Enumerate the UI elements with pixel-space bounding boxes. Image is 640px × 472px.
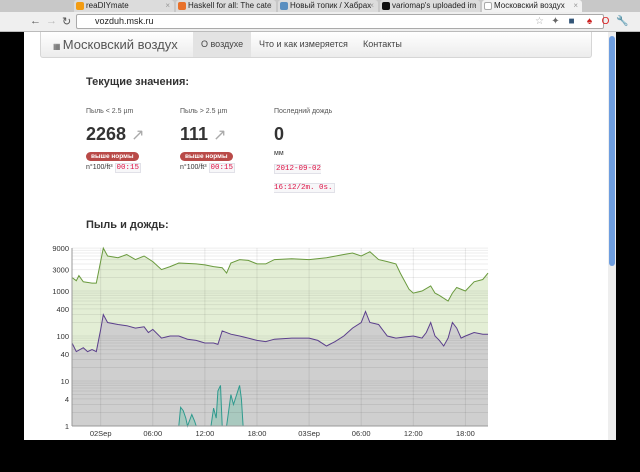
favicon-icon [280,2,288,10]
status-badge: выше нормы [86,152,139,161]
metric-pm25: Пыль < 2.5 µm 2268 ↗ выше нормы n°100/ft… [86,108,145,173]
navbar: ▦ Московский воздух О воздухе Что и как … [40,32,592,58]
reload-icon[interactable]: ↻ [62,15,71,28]
nav-about[interactable]: О воздухе [193,32,252,57]
forward-icon[interactable]: → [46,15,57,27]
y-tick-label: 40 [61,350,69,359]
close-icon[interactable]: × [165,0,170,12]
extension-icon[interactable]: ■ [566,16,577,27]
grid-icon: ▦ [53,42,63,51]
close-icon[interactable]: × [573,0,578,12]
extension-icon[interactable]: ✦ [550,16,561,27]
x-tick-label: 12:00 [404,429,423,438]
close-icon[interactable]: × [267,0,272,12]
y-tick-label: 9000 [52,244,69,253]
chart-heading: Пыль и дождь: [86,219,169,231]
y-tick-label: 100 [56,332,69,341]
metric-rain: Последний дождь 0 мм 2012-09-02 16:12/2m… [274,108,335,193]
tab-vozduh[interactable]: Московский воздух × [482,0,582,12]
nav-measurement[interactable]: Что и как измеряется [251,32,356,57]
trend-up-icon: ↗ [131,127,145,144]
metric-pm-large: Пыль > 2.5 µm 111 ↗ выше нормы n°100/ft³… [180,108,236,173]
tab-readiymate[interactable]: reaDIYmate × [74,0,174,12]
x-tick-label: 06:00 [143,429,162,438]
favicon-icon [178,2,186,10]
wrench-icon[interactable]: 🔧 [616,16,628,27]
x-tick-label: 06:00 [352,429,371,438]
back-icon[interactable]: ← [30,15,41,27]
address-bar[interactable]: vozduh.msk.ru [76,14,604,29]
x-tick-label: 18:00 [456,429,475,438]
nav-contacts[interactable]: Контакты [355,32,410,57]
tab-variomap[interactable]: variomap's uploaded im × [380,0,480,12]
x-tick-label: 03Sep [298,429,320,438]
close-icon[interactable]: × [471,0,476,12]
tab-strip: reaDIYmate × Haskell for all: The cate × Н… [0,0,640,12]
y-tick-label: 1 [65,422,69,431]
y-tick-label: 3000 [52,266,69,275]
x-tick-label: 12:00 [195,429,214,438]
trend-up-icon: ↗ [213,127,227,144]
browser-toolbar: ← → ↻ vozduh.msk.ru ☆ ✦ ■ ♠ O 🔧 [0,12,640,32]
y-tick-label: 10 [61,377,69,386]
favicon-icon [382,2,390,10]
favicon-icon [76,2,84,10]
current-values-heading: Текущие значения: [86,76,190,88]
brand[interactable]: ▦ Московский воздух [53,37,178,52]
close-icon[interactable]: × [369,0,374,12]
page: ▦ Московский воздух О воздухе Что и как … [24,32,616,440]
y-tick-label: 1000 [52,287,69,296]
opera-icon[interactable]: O [600,16,611,27]
scrollbar-thumb[interactable] [609,36,615,266]
star-icon[interactable]: ☆ [534,16,545,27]
tab-haskell[interactable]: Haskell for all: The cate × [176,0,276,12]
y-tick-label: 4 [65,395,69,404]
page-icon [484,2,492,10]
x-tick-label: 18:00 [248,429,267,438]
x-tick-label: 02Sep [90,429,112,438]
y-tick-label: 400 [56,305,69,314]
dust-rain-chart: 02Sep 06:00 12:00 18:00 03Sep 06:00 12:00 18:00… [52,244,489,438]
tab-habr[interactable]: Новый топик / Хабрах × [278,0,378,12]
status-badge: выше нормы [180,152,233,161]
scrollbar[interactable] [608,32,616,440]
extension-icon[interactable]: ♠ [584,16,595,27]
